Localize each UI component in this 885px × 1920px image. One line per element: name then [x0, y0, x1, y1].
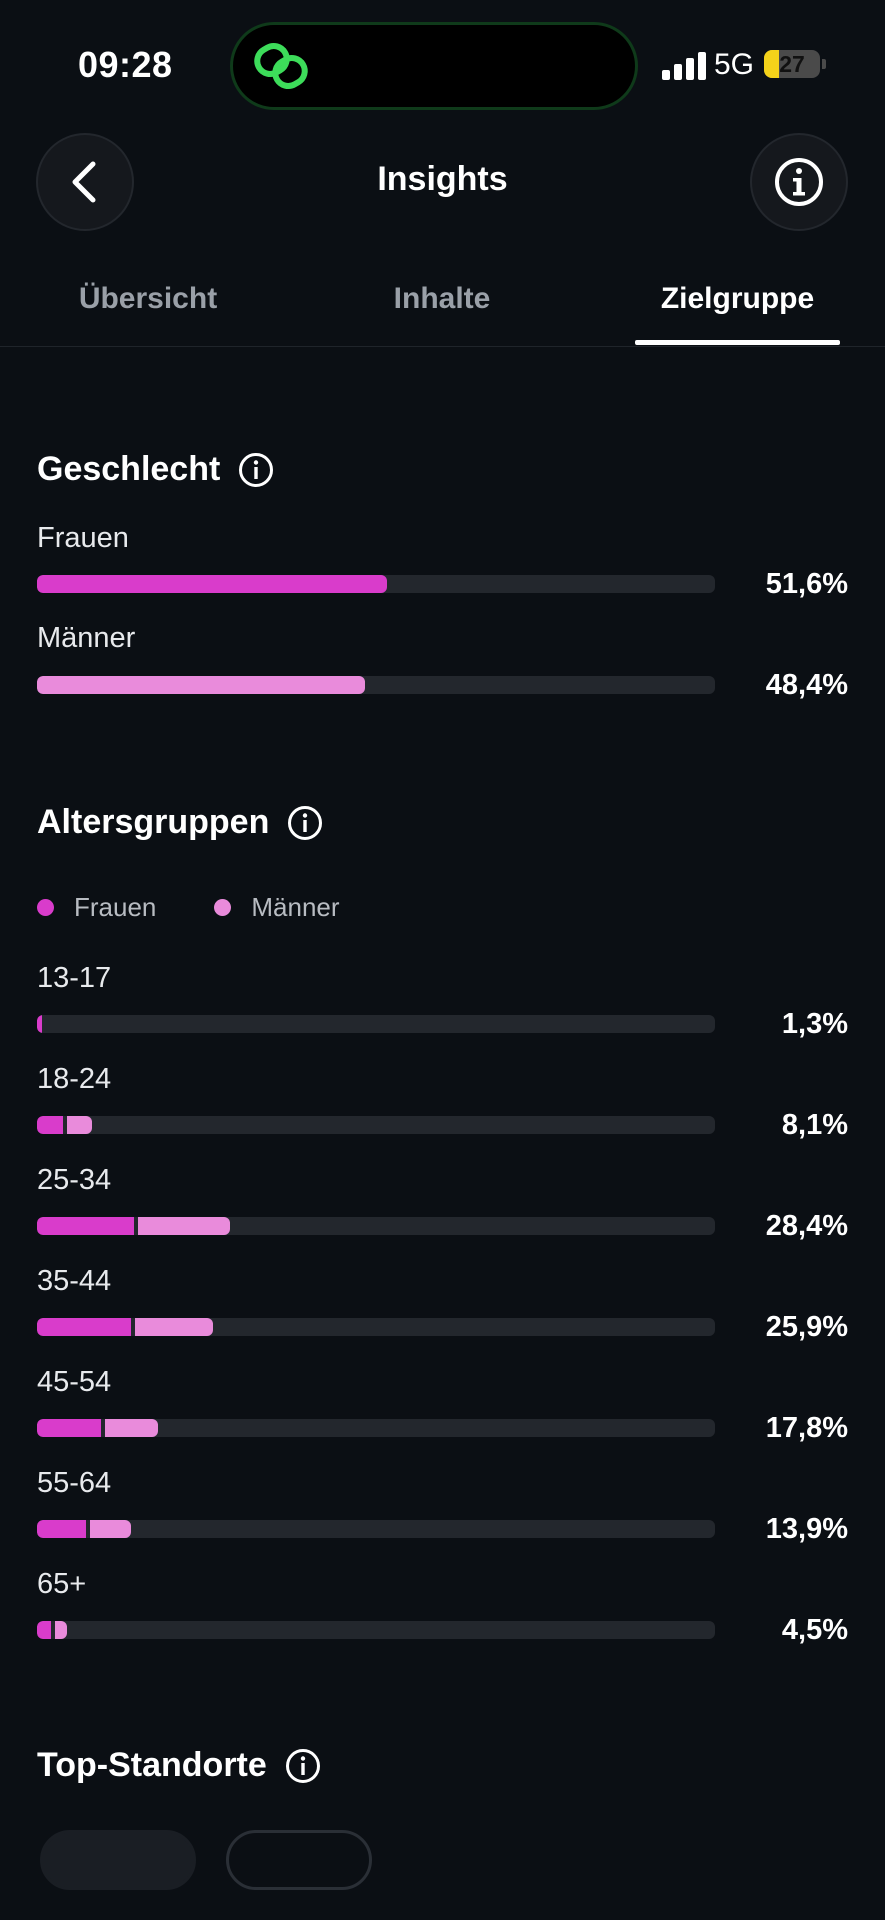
locations-section-title: Top-Standorte [37, 1746, 321, 1785]
age-bar-women-13-17 [37, 1015, 43, 1033]
age-bar-women-25-34 [37, 1217, 134, 1235]
legend-dot-men [214, 899, 232, 916]
gender-bar-women [37, 575, 715, 593]
info-icon [775, 158, 823, 206]
tab-divider [0, 346, 885, 347]
active-tab-indicator [635, 340, 840, 345]
locations-title: Top-Standorte [37, 1746, 267, 1784]
battery-level: 27 [779, 51, 805, 77]
age-bar-55-64 [37, 1520, 715, 1538]
age-title: Altersgruppen [37, 803, 270, 841]
age-value-65-: 4,5% [781, 1614, 848, 1646]
age-bar-women-55-64 [37, 1520, 86, 1538]
age-label-35-44: 35-44 [37, 1265, 112, 1297]
age-bar-women-18-24 [37, 1116, 63, 1134]
gender-bar-fill-men [37, 676, 366, 694]
age-bar-35-44 [37, 1318, 715, 1336]
age-bar-men-45-54 [104, 1419, 158, 1437]
age-bar-45-54 [37, 1419, 715, 1437]
battery-icon: 27 [764, 50, 820, 78]
status-bar: 09:28 5G 27 [0, 0, 885, 130]
age-bar-men-65- [54, 1621, 68, 1639]
age-bar-women-45-54 [37, 1419, 101, 1437]
tab-audience[interactable]: Zielgruppe [635, 282, 840, 316]
gender-label-men: Männer [37, 622, 136, 654]
age-value-18-24: 8,1% [781, 1109, 848, 1141]
gender-title: Geschlecht [37, 450, 221, 488]
age-value-13-17: 1,3% [781, 1008, 848, 1040]
gender-value-women: 51,6% [765, 568, 848, 600]
gender-value-men: 48,4% [765, 669, 848, 701]
age-value-25-34: 28,4% [765, 1210, 848, 1242]
gender-label-women: Frauen [37, 522, 129, 554]
gender-bar-fill-women [37, 575, 387, 593]
age-bar-women-65- [37, 1621, 51, 1639]
legend-item-men: Männer [214, 892, 340, 923]
age-bar-men-18-24 [66, 1116, 92, 1134]
age-label-45-54: 45-54 [37, 1366, 112, 1398]
info-icon[interactable] [285, 1748, 321, 1784]
battery-cap [822, 59, 826, 69]
legend-dot-women [37, 899, 54, 916]
age-label-55-64: 55-64 [37, 1467, 112, 1499]
age-value-45-54: 17,8% [765, 1412, 848, 1444]
age-label-65-: 65+ [37, 1568, 87, 1600]
age-bar-65- [37, 1621, 715, 1639]
age-label-18-24: 18-24 [37, 1063, 112, 1095]
age-bar-18-24 [37, 1116, 715, 1134]
age-label-13-17: 13-17 [37, 962, 112, 994]
age-bar-men-35-44 [134, 1318, 213, 1336]
age-bar-13-17 [37, 1015, 715, 1033]
age-bar-men-55-64 [89, 1520, 132, 1538]
age-value-55-64: 13,9% [765, 1513, 848, 1545]
signal-icon [662, 52, 706, 80]
info-icon[interactable] [238, 452, 274, 488]
tab-content[interactable]: Inhalte [342, 282, 542, 316]
legend-label-women: Frauen [74, 892, 157, 922]
link-icon [254, 43, 308, 89]
tab-overview[interactable]: Übersicht [48, 282, 248, 316]
legend-item-women: Frauen [37, 892, 156, 923]
status-time: 09:28 [78, 44, 173, 85]
age-bar-women-35-44 [37, 1318, 131, 1336]
age-section-title: Altersgruppen [37, 803, 323, 842]
dynamic-island[interactable] [230, 22, 638, 110]
legend-label-men: Männer [251, 892, 340, 922]
location-filter-chip[interactable] [40, 1830, 196, 1890]
age-value-35-44: 25,9% [765, 1311, 848, 1343]
info-button[interactable] [750, 133, 848, 231]
age-bar-25-34 [37, 1217, 715, 1235]
info-icon[interactable] [287, 805, 323, 841]
age-bar-men-25-34 [137, 1217, 230, 1235]
network-type: 5G [714, 48, 755, 81]
location-filter-chip[interactable] [226, 1830, 372, 1890]
gender-bar-men [37, 676, 715, 694]
age-label-25-34: 25-34 [37, 1164, 112, 1196]
age-legend: Frauen Männer [37, 892, 398, 923]
gender-section-title: Geschlecht [37, 450, 274, 489]
